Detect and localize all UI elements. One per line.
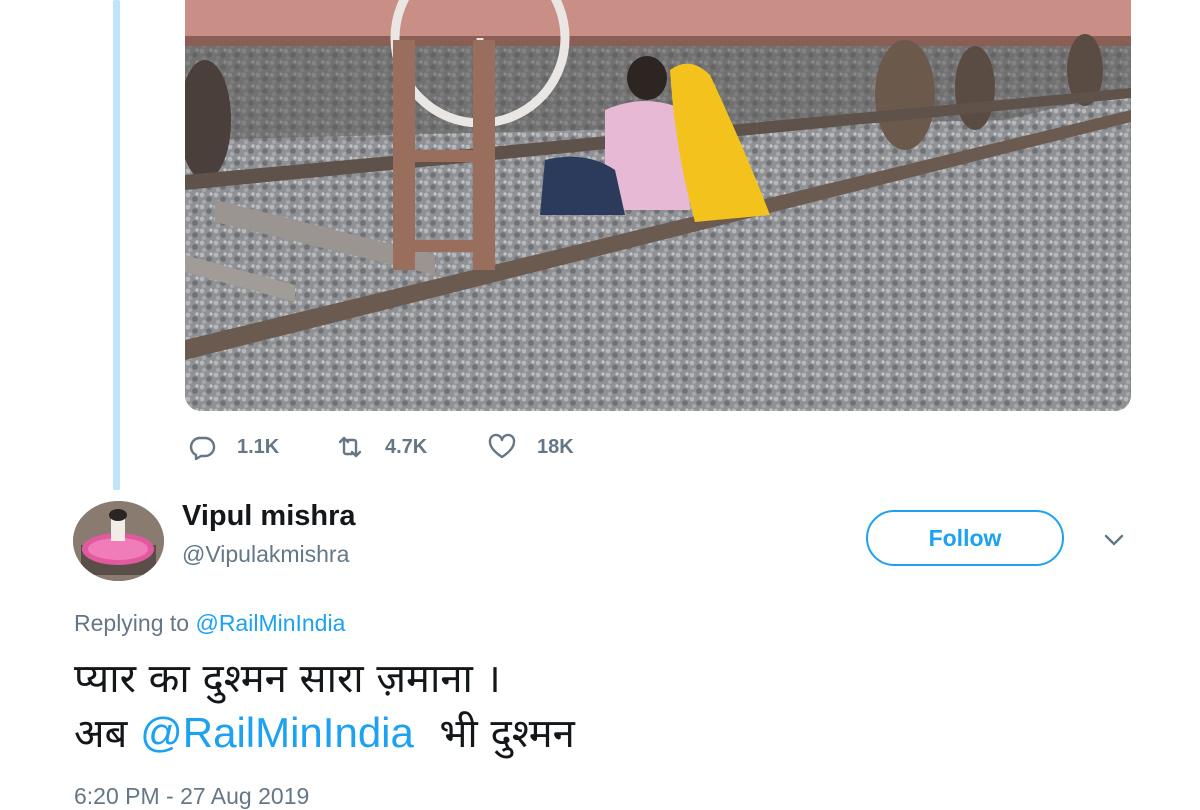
tweet-mention-link[interactable]: @RailMinIndia	[140, 709, 414, 756]
retweet-icon	[338, 436, 362, 458]
author-name[interactable]: Vipul mishra	[182, 500, 356, 533]
chevron-down-icon[interactable]	[1100, 526, 1128, 554]
tweet-photo[interactable]	[185, 0, 1131, 411]
avatar-image	[73, 501, 164, 581]
tweet-actions-bar: 1.1K 4.7K 18K	[187, 430, 574, 464]
tweet-timestamp[interactable]: 6:20 PM - 27 Aug 2019	[74, 783, 309, 810]
retweet-count: 4.7K	[385, 435, 428, 458]
follow-button[interactable]: Follow	[866, 510, 1064, 566]
author-handle[interactable]: @Vipulakmishra	[182, 541, 349, 568]
tweet-text-suffix: भी दुश्मन	[439, 711, 575, 757]
reply-count: 1.1K	[237, 435, 280, 458]
like-action[interactable]: 18K	[487, 432, 574, 462]
replying-to-mention[interactable]: @RailMinIndia	[195, 610, 345, 636]
replying-prefix: Replying to	[74, 610, 190, 636]
like-count: 18K	[537, 435, 574, 458]
replying-to-line: Replying to @RailMinIndia	[74, 610, 345, 637]
retweet-action[interactable]: 4.7K	[335, 432, 487, 462]
reply-icon	[189, 436, 216, 461]
railway-track-photo	[185, 0, 1131, 411]
tweet-text-line-1: प्यार का दुश्मन सारा ज़माना ।	[74, 656, 501, 702]
avatar[interactable]	[73, 501, 164, 581]
tweet-text-line-2: अब @RailMinIndia भी दुश्मन	[74, 706, 575, 761]
thread-connector-line	[113, 0, 120, 490]
tweet-text: प्यार का दुश्मन सारा ज़माना । अब @RailMi…	[74, 652, 575, 761]
heart-icon	[488, 433, 516, 459]
tweet-text-prefix: अब	[74, 711, 128, 757]
reply-action[interactable]: 1.1K	[187, 432, 335, 462]
